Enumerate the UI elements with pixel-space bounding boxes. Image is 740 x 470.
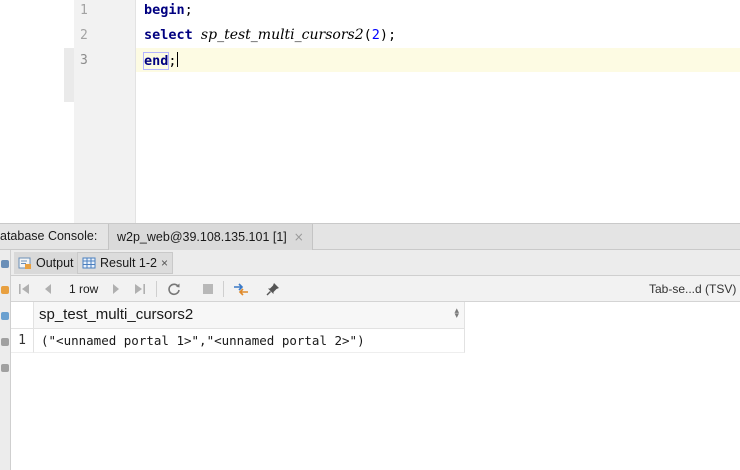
prev-page-icon	[45, 284, 51, 294]
pin-icon	[266, 283, 279, 296]
sort-icon[interactable]: ▴ ▾	[454, 307, 459, 321]
result-toolbar: 1 row Tab-se...d (TSV)	[11, 276, 740, 302]
current-line-highlight	[136, 48, 740, 72]
result-tab-bar: Output Result 1-2 ×	[11, 250, 740, 276]
code-line-1[interactable]: begin;	[144, 2, 193, 18]
console-label: atabase Console:	[0, 229, 98, 243]
row-number[interactable]: 1	[11, 329, 34, 353]
next-page-button[interactable]	[109, 280, 123, 298]
table-cell[interactable]: ("<unnamed portal 1>","<unnamed portal 2…	[34, 329, 465, 353]
table-icon	[82, 257, 96, 269]
row-count: 1 row	[69, 282, 99, 296]
text-caret	[176, 52, 178, 67]
stop-icon	[203, 284, 213, 294]
result-grid: sp_test_multi_cursors2 ▴ ▾ 1 ("<unnamed p…	[11, 302, 740, 470]
compare-arrows-icon	[234, 283, 248, 296]
column-header-label: sp_test_multi_cursors2	[39, 306, 194, 323]
editor-scroll-marker	[64, 48, 74, 102]
console-title-bar: atabase Console: w2p_web@39.108.135.101 …	[0, 223, 740, 250]
number-literal: 2	[371, 27, 380, 43]
function-name: sp_test_multi_cursors2	[200, 27, 364, 43]
last-page-button[interactable]	[133, 280, 147, 298]
tool-icon[interactable]	[1, 286, 9, 294]
toolbar-separator	[223, 281, 224, 297]
pin-button[interactable]	[265, 280, 281, 298]
next-page-icon	[113, 284, 119, 294]
toolbar-separator	[156, 281, 157, 297]
export-format-label: Tab-se...d (TSV)	[649, 282, 737, 296]
keyword-begin: begin	[144, 2, 185, 18]
grid-corner[interactable]	[11, 302, 34, 329]
editor-left-margin	[0, 0, 64, 223]
first-page-button[interactable]	[17, 280, 31, 298]
export-format-select[interactable]: Tab-se...d (TSV) ⌄	[649, 282, 740, 296]
tool-icon[interactable]	[1, 364, 9, 372]
output-icon	[18, 257, 31, 269]
code-line-2[interactable]: select sp_test_multi_cursors2(2);	[144, 27, 396, 43]
line-number: 1	[80, 3, 88, 18]
refresh-button[interactable]	[166, 280, 182, 298]
first-page-icon	[19, 284, 29, 294]
line-number-gutter: 1 2 3	[74, 0, 136, 223]
compare-button[interactable]	[232, 280, 250, 298]
punctuation: ;	[184, 2, 193, 18]
column-header[interactable]: sp_test_multi_cursors2 ▴ ▾	[34, 302, 465, 329]
prev-page-button[interactable]	[41, 280, 55, 298]
sql-editor[interactable]: 1 2 3 begin; select sp_test_multi_cursor…	[0, 0, 740, 223]
side-tool-strip	[0, 250, 11, 470]
stop-button[interactable]	[201, 280, 215, 298]
last-page-icon	[135, 284, 145, 294]
punctuation: (	[363, 27, 372, 43]
refresh-icon	[168, 283, 180, 296]
console-session-tab[interactable]: w2p_web@39.108.135.101 [1] ×	[108, 224, 313, 250]
punctuation: ;	[168, 53, 177, 69]
close-icon[interactable]: ×	[294, 230, 304, 244]
keyword-end: end	[142, 52, 170, 70]
line-number: 2	[80, 28, 88, 43]
tool-icon[interactable]	[1, 260, 9, 268]
tool-icon[interactable]	[1, 338, 9, 346]
console-tab-label: w2p_web@39.108.135.101 [1]	[117, 230, 287, 244]
punctuation: );	[379, 27, 397, 43]
tab-output-label: Output	[36, 256, 74, 270]
line-number-current: 3	[80, 53, 88, 68]
tool-icon[interactable]	[1, 312, 9, 320]
close-icon[interactable]: ×	[161, 256, 168, 270]
tab-output[interactable]: Output	[14, 252, 78, 274]
ide-window: 1 2 3 begin; select sp_test_multi_cursor…	[0, 0, 740, 470]
tab-result[interactable]: Result 1-2 ×	[77, 252, 173, 274]
keyword-select: select	[144, 27, 193, 43]
tab-result-label: Result 1-2	[100, 256, 157, 270]
code-line-3[interactable]: end;	[142, 52, 178, 70]
